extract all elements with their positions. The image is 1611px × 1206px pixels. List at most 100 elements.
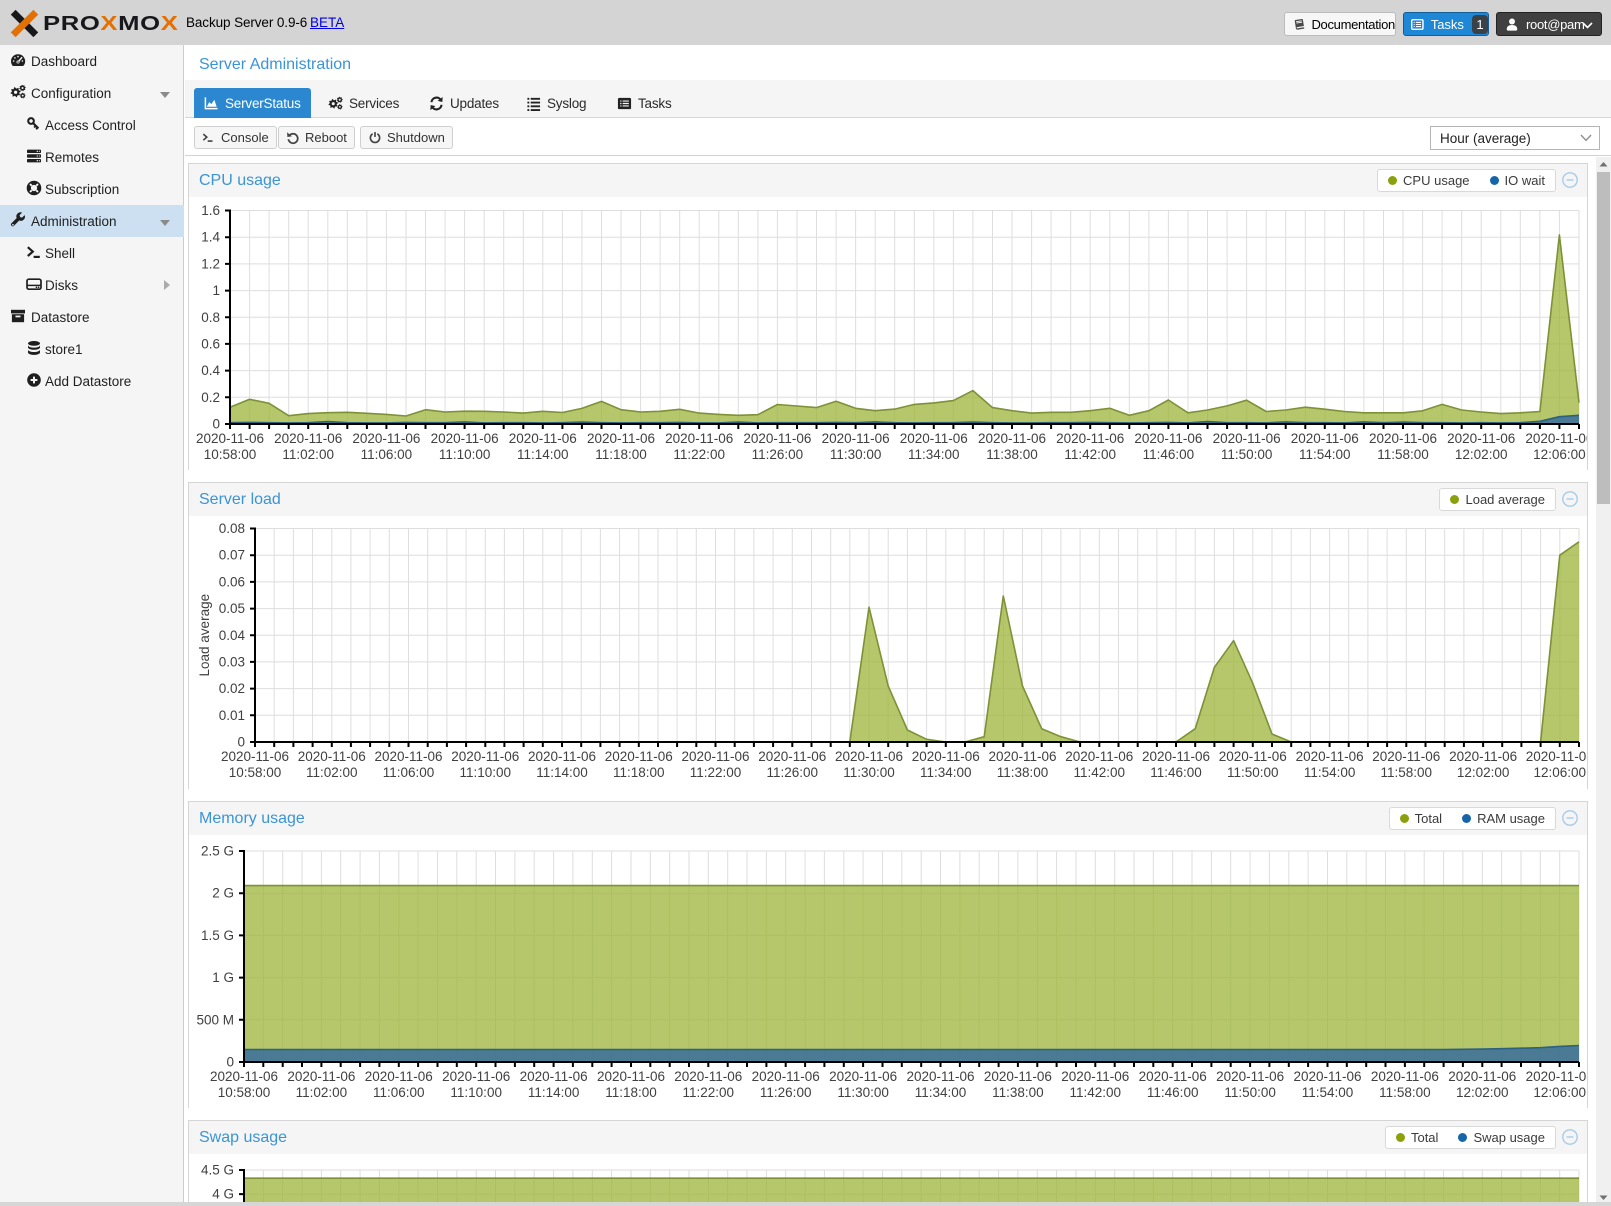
svg-text:2020-11-06: 2020-11-06 [1056, 431, 1124, 446]
svg-text:11:06:00: 11:06:00 [383, 765, 435, 780]
svg-text:11:10:00: 11:10:00 [450, 1085, 502, 1100]
svg-text:2020-11-06: 2020-11-06 [1291, 431, 1359, 446]
svg-text:11:38:00: 11:38:00 [997, 765, 1049, 780]
svg-text:2020-11-06: 2020-11-06 [752, 1069, 820, 1084]
svg-text:11:46:00: 11:46:00 [1150, 765, 1202, 780]
svg-text:0.01: 0.01 [219, 708, 245, 723]
svg-text:11:54:00: 11:54:00 [1299, 447, 1351, 462]
svg-text:11:42:00: 11:42:00 [1064, 447, 1116, 462]
svg-text:11:58:00: 11:58:00 [1379, 1085, 1431, 1100]
svg-text:2020-11-06: 2020-11-06 [906, 1069, 974, 1084]
svg-text:2020-11-06: 2020-11-06 [1525, 431, 1587, 446]
svg-text:11:18:00: 11:18:00 [613, 765, 665, 780]
svg-text:11:14:00: 11:14:00 [528, 1085, 580, 1100]
svg-text:11:50:00: 11:50:00 [1221, 447, 1273, 462]
svg-text:11:54:00: 11:54:00 [1302, 1085, 1354, 1100]
svg-text:2020-11-06: 2020-11-06 [1293, 1069, 1361, 1084]
svg-text:11:42:00: 11:42:00 [1074, 765, 1126, 780]
svg-text:2020-11-06: 2020-11-06 [1213, 431, 1281, 446]
svg-text:2020-11-06: 2020-11-06 [743, 431, 811, 446]
svg-text:11:26:00: 11:26:00 [752, 447, 804, 462]
svg-text:12:06:00: 12:06:00 [1533, 1085, 1586, 1100]
svg-text:2020-11-06: 2020-11-06 [665, 431, 733, 446]
svg-text:11:02:00: 11:02:00 [282, 447, 334, 462]
svg-text:2020-11-06: 2020-11-06 [1369, 431, 1437, 446]
svg-text:10:58:00: 10:58:00 [218, 1085, 271, 1100]
svg-text:11:58:00: 11:58:00 [1377, 447, 1429, 462]
svg-text:0: 0 [237, 735, 245, 750]
svg-text:2020-11-06: 2020-11-06 [1061, 1069, 1129, 1084]
svg-text:2020-11-06: 2020-11-06 [451, 749, 519, 764]
svg-text:2 G: 2 G [212, 886, 234, 901]
svg-text:11:58:00: 11:58:00 [1381, 765, 1433, 780]
svg-text:Load average: Load average [197, 594, 212, 677]
svg-text:12:06:00: 12:06:00 [1534, 765, 1587, 780]
svg-text:0.08: 0.08 [219, 521, 245, 536]
svg-text:2020-11-06: 2020-11-06 [597, 1069, 665, 1084]
svg-text:2020-11-06: 2020-11-06 [210, 1069, 278, 1084]
svg-text:0.04: 0.04 [219, 628, 246, 643]
svg-text:2020-11-06: 2020-11-06 [1447, 431, 1515, 446]
svg-text:4.5 G: 4.5 G [201, 1163, 234, 1178]
svg-text:11:06:00: 11:06:00 [373, 1085, 425, 1100]
svg-text:2020-11-06: 2020-11-06 [674, 1069, 742, 1084]
svg-text:12:06:00: 12:06:00 [1533, 447, 1586, 462]
svg-text:12:02:00: 12:02:00 [1457, 765, 1510, 780]
svg-text:10:58:00: 10:58:00 [229, 765, 282, 780]
svg-text:11:54:00: 11:54:00 [1304, 765, 1356, 780]
svg-text:11:22:00: 11:22:00 [673, 447, 725, 462]
svg-text:2020-11-06: 2020-11-06 [681, 749, 749, 764]
svg-text:2020-11-06: 2020-11-06 [1371, 1069, 1439, 1084]
svg-text:11:26:00: 11:26:00 [767, 765, 819, 780]
svg-text:11:30:00: 11:30:00 [837, 1085, 889, 1100]
svg-text:2020-11-06: 2020-11-06 [509, 431, 577, 446]
svg-text:11:02:00: 11:02:00 [306, 765, 358, 780]
svg-text:11:30:00: 11:30:00 [843, 765, 895, 780]
svg-text:2020-11-06: 2020-11-06 [988, 749, 1056, 764]
svg-text:2.5 G: 2.5 G [201, 844, 234, 859]
svg-text:4 G: 4 G [212, 1187, 234, 1202]
svg-text:0.2: 0.2 [201, 390, 220, 405]
svg-text:11:50:00: 11:50:00 [1224, 1085, 1276, 1100]
svg-text:0.06: 0.06 [219, 574, 245, 589]
svg-text:12:02:00: 12:02:00 [1456, 1085, 1509, 1100]
svg-text:1.5 G: 1.5 G [201, 928, 234, 943]
svg-text:0.05: 0.05 [219, 601, 245, 616]
svg-text:11:18:00: 11:18:00 [595, 447, 647, 462]
svg-text:2020-11-06: 2020-11-06 [528, 749, 596, 764]
svg-text:2020-11-06: 2020-11-06 [221, 749, 289, 764]
svg-text:11:50:00: 11:50:00 [1227, 765, 1279, 780]
svg-text:0.6: 0.6 [201, 336, 220, 351]
svg-text:11:46:00: 11:46:00 [1147, 1085, 1199, 1100]
svg-text:11:30:00: 11:30:00 [830, 447, 882, 462]
svg-text:11:34:00: 11:34:00 [915, 1085, 967, 1100]
svg-text:0.02: 0.02 [219, 681, 245, 696]
svg-text:2020-11-06: 2020-11-06 [829, 1069, 897, 1084]
svg-text:0: 0 [212, 417, 220, 432]
svg-text:2020-11-06: 2020-11-06 [1448, 1069, 1516, 1084]
svg-text:11:14:00: 11:14:00 [536, 765, 588, 780]
svg-text:2020-11-06: 2020-11-06 [352, 431, 420, 446]
svg-text:2020-11-06: 2020-11-06 [1296, 749, 1364, 764]
svg-text:2020-11-06: 2020-11-06 [298, 749, 366, 764]
svg-text:2020-11-06: 2020-11-06 [287, 1069, 355, 1084]
svg-text:2020-11-06: 2020-11-06 [1216, 1069, 1284, 1084]
svg-text:2020-11-06: 2020-11-06 [984, 1069, 1052, 1084]
svg-text:11:42:00: 11:42:00 [1070, 1085, 1122, 1100]
svg-text:1.4: 1.4 [201, 230, 220, 245]
svg-text:2020-11-06: 2020-11-06 [758, 749, 826, 764]
svg-text:2020-11-06: 2020-11-06 [365, 1069, 433, 1084]
svg-text:2020-11-06: 2020-11-06 [1142, 749, 1210, 764]
svg-text:11:10:00: 11:10:00 [439, 447, 491, 462]
svg-text:2020-11-06: 2020-11-06 [1219, 749, 1287, 764]
svg-text:2020-11-06: 2020-11-06 [822, 431, 890, 446]
svg-text:10:58:00: 10:58:00 [204, 447, 257, 462]
svg-text:2020-11-06: 2020-11-06 [374, 749, 442, 764]
svg-text:2020-11-06: 2020-11-06 [978, 431, 1046, 446]
svg-text:11:14:00: 11:14:00 [517, 447, 569, 462]
svg-text:11:06:00: 11:06:00 [361, 447, 413, 462]
svg-text:2020-11-06: 2020-11-06 [431, 431, 499, 446]
svg-text:11:26:00: 11:26:00 [760, 1085, 812, 1100]
svg-text:1: 1 [212, 283, 220, 298]
svg-text:11:10:00: 11:10:00 [460, 765, 512, 780]
